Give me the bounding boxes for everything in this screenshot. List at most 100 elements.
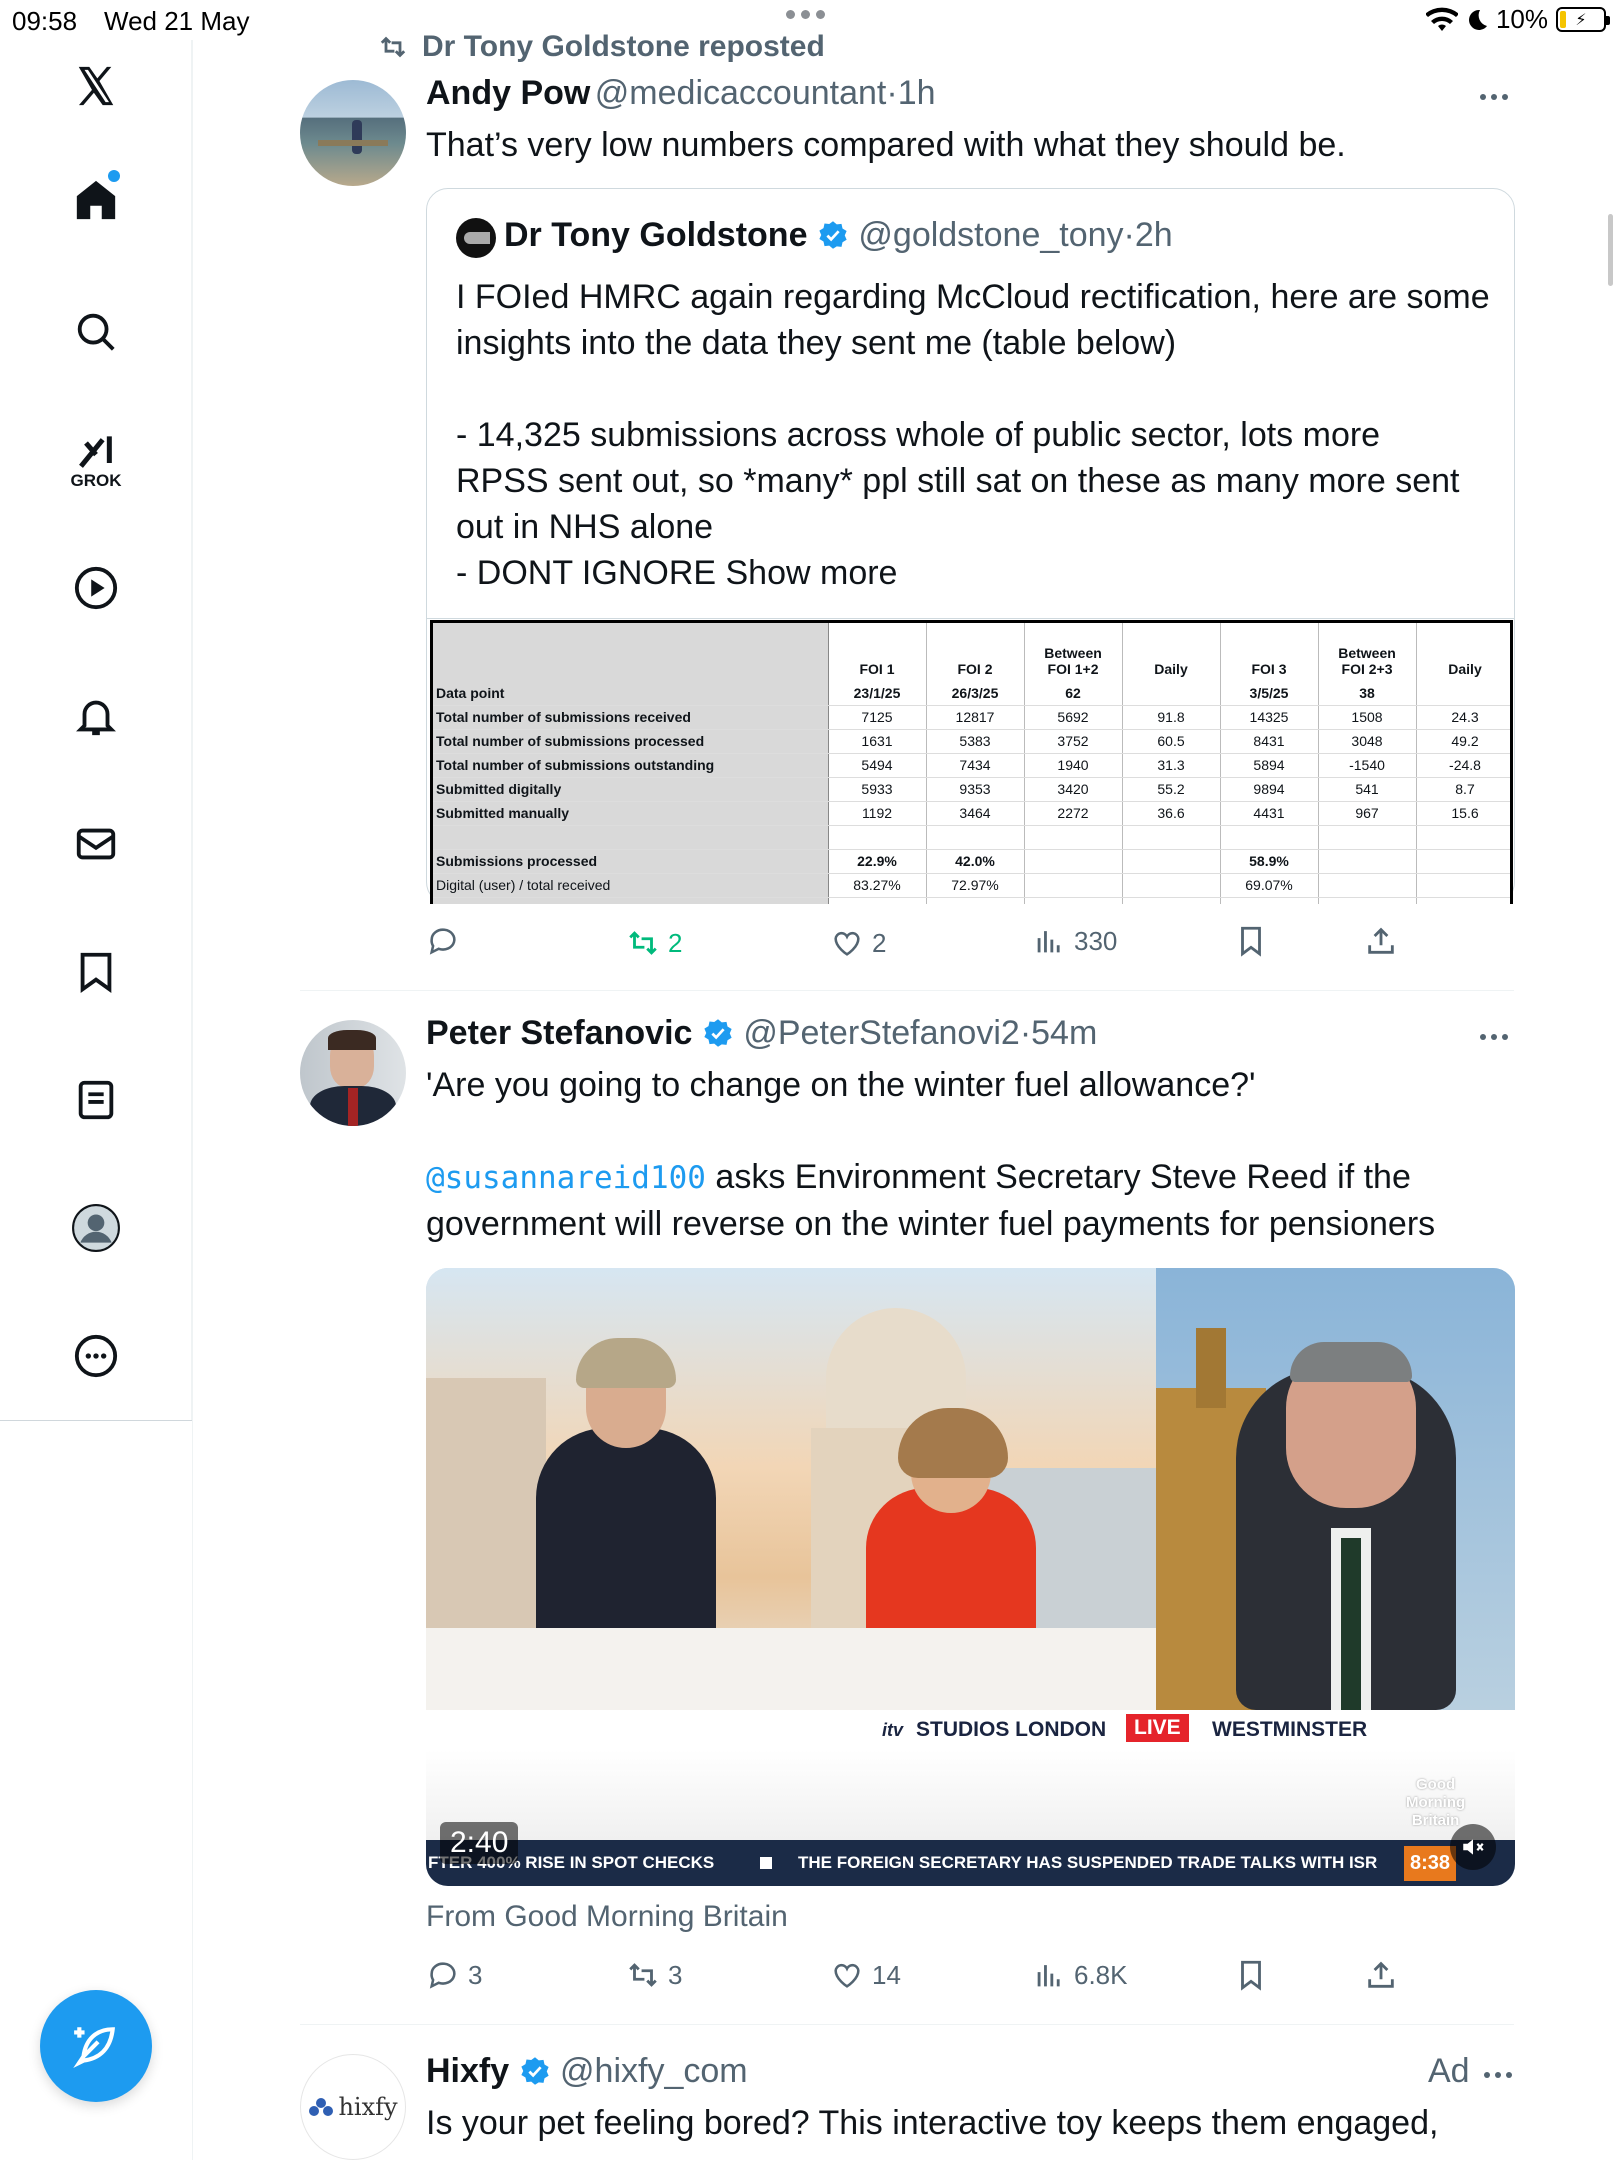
- tweet2-like-button[interactable]: 14: [830, 1958, 901, 1992]
- tweet2-views-button[interactable]: 6.8K: [1032, 1958, 1128, 1992]
- tweet1-handle[interactable]: @medicaccountant: [595, 74, 887, 112]
- table-cell: 5383: [926, 729, 1025, 754]
- itv-logo: itv: [882, 1719, 904, 1740]
- mail-icon: [76, 828, 116, 860]
- table-cell: 55.2: [1122, 777, 1221, 802]
- avatar-andy-pow[interactable]: [300, 80, 406, 186]
- table-cell: 541: [1318, 777, 1417, 802]
- video-player[interactable]: itv STUDIOS LONDON LIVE WESTMINSTER Good…: [426, 1268, 1515, 1886]
- table-header-cell: FOI 3: [1220, 623, 1319, 681]
- table-cell: Manual (agent) / total received: [433, 897, 829, 904]
- tweet1-reply-button[interactable]: [426, 924, 460, 958]
- table-cell: [1416, 897, 1510, 904]
- tweet2-time[interactable]: 54m: [1031, 1014, 1097, 1052]
- table-cell: 36.6: [1122, 801, 1221, 826]
- table-cell: [926, 825, 1025, 850]
- scrollbar[interactable]: [1608, 214, 1613, 286]
- table-cell: 9353: [926, 777, 1025, 802]
- tweet2-author-name[interactable]: Peter Stefanovic: [426, 1014, 692, 1052]
- tweet1-header: Andy Pow @medicaccountant·1h: [426, 74, 936, 112]
- tweet3-author-name[interactable]: Hixfy: [426, 2052, 509, 2090]
- table-cell: 5692: [1024, 705, 1123, 730]
- mute-button[interactable]: [1450, 1824, 1496, 1870]
- tweet1-like-button[interactable]: 2: [830, 926, 886, 960]
- table-cell: 12817: [926, 705, 1025, 730]
- tweet1-views-button[interactable]: 330: [1032, 924, 1117, 958]
- video-source[interactable]: From Good Morning Britain: [426, 1900, 788, 1934]
- table-header-cell: FOI 2: [926, 623, 1025, 681]
- avatar-tony-goldstone[interactable]: [456, 218, 496, 258]
- table-cell: Submitted digitally: [433, 777, 829, 802]
- ticker-clock: 8:38: [1404, 1846, 1457, 1881]
- nav-video[interactable]: [50, 542, 142, 634]
- avatar-peter-stefanovic[interactable]: [300, 1020, 406, 1126]
- tweet2-reply-button[interactable]: 3: [426, 1958, 482, 1992]
- tweet2-repost-button[interactable]: 3: [626, 1958, 682, 1992]
- studio-label: STUDIOS LONDON: [916, 1718, 1107, 1741]
- table-cell: 5494: [828, 753, 927, 778]
- table-row: Digital (user) / total received 83.27% 72.…: [433, 873, 1510, 898]
- location-label: WESTMINSTER: [1212, 1718, 1368, 1741]
- tweet2-bookmark-button[interactable]: [1234, 1958, 1268, 1992]
- table-cell: [1318, 873, 1417, 898]
- table-cell: 7434: [926, 753, 1025, 778]
- table-cell: 62: [1024, 681, 1123, 706]
- table-row: Total number of submissions processed 163…: [433, 729, 1510, 754]
- x-logo-icon[interactable]: [50, 40, 142, 132]
- show-more-link[interactable]: Show more: [726, 554, 898, 592]
- quote-handle[interactable]: @goldstone_tony: [858, 216, 1123, 254]
- tweet2-more-button[interactable]: [1480, 1034, 1508, 1040]
- nav-grok[interactable]: GROK: [50, 416, 142, 508]
- table-cell: 8431: [1220, 729, 1319, 754]
- table-cell: Total number of submissions outstanding: [433, 753, 829, 778]
- table-cell: [1416, 825, 1510, 850]
- live-badge: LIVE: [1126, 1714, 1189, 1742]
- avatar-hixfy[interactable]: hixfy: [300, 2054, 406, 2160]
- table-header-cell: Daily: [1416, 623, 1510, 681]
- tweet1-like-count: 2: [872, 927, 887, 958]
- tweet3-header: Hixfy @hixfy_com: [426, 2052, 748, 2091]
- table-cell: [1220, 825, 1319, 850]
- nav-notifications[interactable]: [50, 670, 142, 762]
- tweet1-share-button[interactable]: [1364, 924, 1398, 958]
- nav-more[interactable]: [50, 1310, 142, 1402]
- table-row: [433, 825, 1510, 850]
- compose-button[interactable]: [40, 1990, 152, 2102]
- table-cell: [1318, 825, 1417, 850]
- quote-header: Dr Tony Goldstone @goldstone_tony·2h: [504, 216, 1173, 254]
- tweet3-handle[interactable]: @hixfy_com: [560, 2052, 748, 2090]
- table-cell: [1416, 873, 1510, 898]
- tweet1-more-button[interactable]: [1480, 94, 1508, 100]
- ad-label: Ad: [1428, 2052, 1470, 2090]
- foi-data-table-image[interactable]: FOI 1 FOI 2 Between FOI 1+2 Daily FOI 3 Betwee…: [430, 620, 1513, 904]
- nav-profile[interactable]: [50, 1182, 142, 1274]
- tweet1-bookmark-button[interactable]: [1234, 924, 1268, 958]
- repost-header[interactable]: Dr Tony Goldstone reposted: [376, 30, 825, 64]
- tweet3-more-button[interactable]: [1484, 2072, 1512, 2078]
- tweet1-author-name[interactable]: Andy Pow: [426, 74, 590, 112]
- verified-badge-icon: [520, 2057, 549, 2085]
- table-header-cell: Between FOI 2+3: [1318, 623, 1417, 681]
- mention-link[interactable]: @susannareid100: [426, 1160, 706, 1196]
- nav-messages[interactable]: [50, 798, 142, 890]
- verified-badge-icon: [819, 221, 847, 249]
- table-row: Data point 23/1/25 26/3/25 62 3/5/25 38: [433, 681, 1510, 706]
- westminster-scene: [1156, 1268, 1515, 1710]
- table-header-cell: [433, 623, 829, 681]
- quote-author-name[interactable]: Dr Tony Goldstone: [504, 216, 807, 254]
- tweet2-handle[interactable]: @PeterStefanovi2: [743, 1014, 1019, 1052]
- table-cell: 14325: [1220, 705, 1319, 730]
- tweet1-repost-button[interactable]: 2: [626, 926, 682, 960]
- table-cell: Data point: [433, 681, 829, 706]
- multitask-dots[interactable]: [786, 10, 825, 19]
- nav-bookmarks[interactable]: [50, 926, 142, 1018]
- table-cell: [1122, 897, 1221, 904]
- nav-home[interactable]: [50, 154, 142, 246]
- quote-time[interactable]: 2h: [1135, 216, 1173, 254]
- nav-lists[interactable]: [50, 1054, 142, 1146]
- table-cell: 3/5/25: [1220, 681, 1319, 706]
- tweet2-share-button[interactable]: [1364, 1958, 1398, 1992]
- tweet1-time[interactable]: 1h: [898, 74, 936, 112]
- nav-search[interactable]: [50, 286, 142, 378]
- grok-label: GROK: [70, 471, 122, 490]
